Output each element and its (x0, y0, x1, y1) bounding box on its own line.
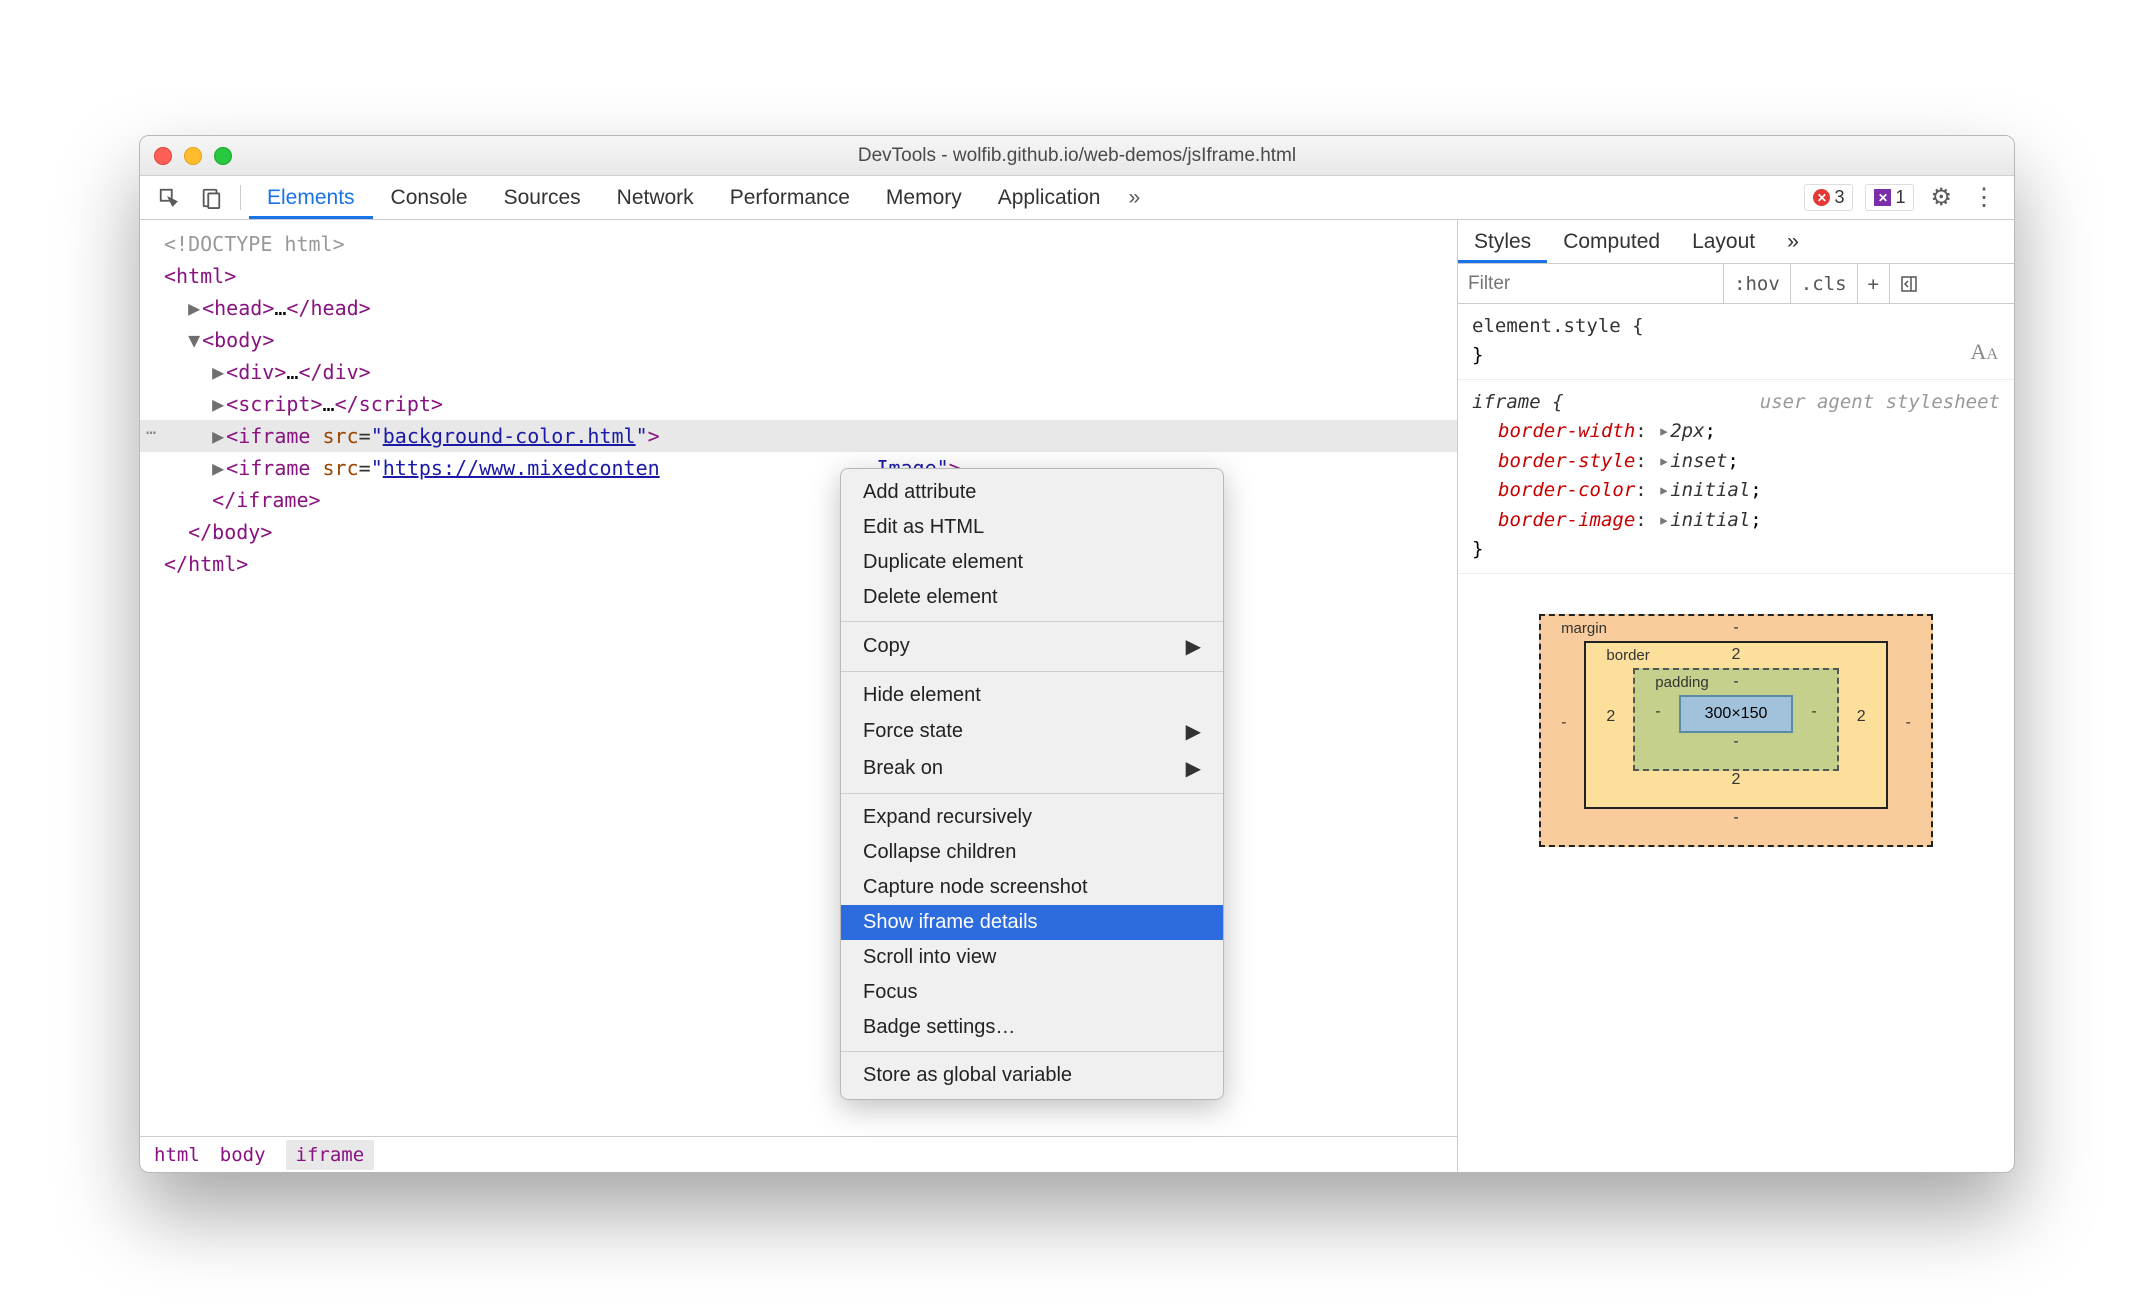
sidebar-toggle-icon[interactable] (1890, 264, 1928, 303)
box-model[interactable]: margin - - border 2 2 padding - (1458, 574, 2014, 1173)
error-badge[interactable]: ✕ 3 (1804, 184, 1853, 211)
ctx-focus[interactable]: Focus (841, 975, 1223, 1010)
inspect-element-icon[interactable] (148, 181, 190, 215)
body-close[interactable]: </body> (188, 520, 272, 544)
error-count: 3 (1834, 187, 1844, 208)
gutter-ellipsis-icon[interactable]: ⋯ (146, 420, 156, 447)
error-icon: ✕ (1813, 189, 1830, 206)
devtools-window: DevTools - wolfib.github.io/web-demos/js… (139, 135, 2015, 1173)
tab-application[interactable]: Application (980, 176, 1119, 219)
crumb-iframe[interactable]: iframe (286, 1140, 375, 1170)
stab-more-icon[interactable]: » (1771, 220, 1815, 263)
ctx-show-iframe-details[interactable]: Show iframe details (841, 905, 1223, 940)
iframe-close[interactable]: </iframe> (212, 488, 320, 512)
bm-content-size: 300×150 (1679, 695, 1794, 733)
ctx-scroll-into-view[interactable]: Scroll into view (841, 940, 1223, 975)
iframe-node-selected[interactable]: ⋯ ▶<iframe src="background-color.html"> (140, 420, 1457, 452)
content-area: <!DOCTYPE html> <html> ▶<head>…</head> ▼… (140, 220, 2014, 1172)
hov-toggle[interactable]: :hov (1724, 264, 1791, 303)
main-toolbar: Elements Console Sources Network Perform… (140, 176, 2014, 220)
device-toolbar-icon[interactable] (190, 181, 232, 215)
dom-tree[interactable]: <!DOCTYPE html> <html> ▶<head>…</head> ▼… (140, 220, 1457, 1136)
body-node[interactable]: body (214, 328, 262, 352)
tab-elements[interactable]: Elements (249, 176, 373, 219)
html-open[interactable]: html (176, 264, 224, 288)
ctx-sep (841, 793, 1223, 794)
kebab-menu-icon[interactable]: ⋮ (1962, 183, 2006, 212)
elements-panel: <!DOCTYPE html> <html> ▶<head>…</head> ▼… (140, 220, 1458, 1172)
ctx-duplicate-element[interactable]: Duplicate element (841, 545, 1223, 580)
iframe-src2-link[interactable]: https://www.mixedconten (383, 456, 660, 480)
element-style-rule[interactable]: element.style { } AA (1458, 304, 2014, 380)
ctx-edit-as-html[interactable]: Edit as HTML (841, 510, 1223, 545)
ctx-store-global[interactable]: Store as global variable (841, 1058, 1223, 1093)
script-node[interactable]: script (238, 392, 310, 416)
tab-network[interactable]: Network (599, 176, 712, 219)
ctx-copy[interactable]: Copy▶ (841, 628, 1223, 665)
ctx-sep (841, 1051, 1223, 1052)
tab-console[interactable]: Console (373, 176, 486, 219)
submenu-arrow-icon: ▶ (1186, 756, 1201, 781)
extension-badge[interactable]: ✕ 1 (1865, 184, 1914, 211)
ctx-badge-settings[interactable]: Badge settings… (841, 1010, 1223, 1045)
font-aa-icon[interactable]: AA (1971, 335, 1998, 369)
extension-icon: ✕ (1874, 189, 1891, 206)
stab-styles[interactable]: Styles (1458, 220, 1547, 263)
separator (240, 185, 241, 211)
ua-stylesheet-label: user agent stylesheet (1760, 388, 2000, 417)
tab-memory[interactable]: Memory (868, 176, 980, 219)
more-tabs-icon[interactable]: » (1118, 180, 1150, 216)
tab-performance[interactable]: Performance (712, 176, 868, 219)
context-menu: Add attribute Edit as HTML Duplicate ele… (840, 468, 1224, 1100)
window-title: DevTools - wolfib.github.io/web-demos/js… (140, 145, 2014, 167)
submenu-arrow-icon: ▶ (1186, 719, 1201, 744)
html-close[interactable]: </html> (164, 552, 248, 576)
new-rule-button[interactable]: + (1858, 264, 1890, 303)
submenu-arrow-icon: ▶ (1186, 634, 1201, 659)
iframe-node-2[interactable]: iframe (238, 456, 310, 480)
ctx-sep (841, 671, 1223, 672)
ctx-hide-element[interactable]: Hide element (841, 678, 1223, 713)
styles-panel: Styles Computed Layout » :hov .cls + ele… (1458, 220, 2014, 1172)
ctx-sep (841, 621, 1223, 622)
head-node[interactable]: head (214, 296, 262, 320)
styles-filter-row: :hov .cls + (1458, 264, 2014, 304)
tab-sources[interactable]: Sources (486, 176, 599, 219)
crumb-body[interactable]: body (220, 1144, 266, 1166)
breadcrumb: html body iframe (140, 1136, 1457, 1172)
extension-count: 1 (1895, 187, 1905, 208)
iframe-src-link[interactable]: background-color.html (383, 424, 636, 448)
cls-toggle[interactable]: .cls (1791, 264, 1858, 303)
styles-filter-input[interactable] (1458, 264, 1724, 303)
div-node[interactable]: div (238, 360, 274, 384)
titlebar: DevTools - wolfib.github.io/web-demos/js… (140, 136, 2014, 176)
iframe-ua-rule[interactable]: iframe {user agent stylesheet border-wid… (1458, 380, 2014, 574)
ctx-collapse-children[interactable]: Collapse children (841, 835, 1223, 870)
ctx-force-state[interactable]: Force state▶ (841, 713, 1223, 750)
doctype-node[interactable]: <!DOCTYPE html> (164, 232, 345, 256)
stab-computed[interactable]: Computed (1547, 220, 1676, 263)
ctx-delete-element[interactable]: Delete element (841, 580, 1223, 615)
ctx-add-attribute[interactable]: Add attribute (841, 475, 1223, 510)
styles-tabs: Styles Computed Layout » (1458, 220, 2014, 264)
settings-icon[interactable]: ⚙ (1920, 183, 1962, 212)
ctx-capture-screenshot[interactable]: Capture node screenshot (841, 870, 1223, 905)
stab-layout[interactable]: Layout (1676, 220, 1771, 263)
ctx-expand-recursively[interactable]: Expand recursively (841, 800, 1223, 835)
ctx-break-on[interactable]: Break on▶ (841, 750, 1223, 787)
crumb-html[interactable]: html (154, 1144, 200, 1166)
